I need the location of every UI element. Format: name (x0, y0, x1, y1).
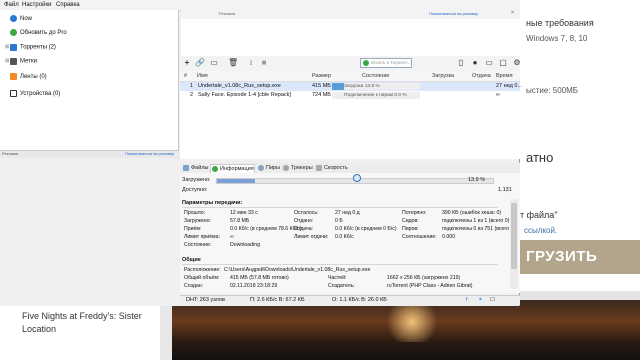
column-header[interactable]: # (184, 73, 187, 79)
sidebar-item-labels[interactable]: ⊞ Метки (5, 55, 37, 67)
device-icon (10, 89, 17, 97)
divider (182, 207, 498, 208)
speed-icon (316, 165, 322, 171)
progress-bar: Подключение к пирам 0.0 % (332, 92, 420, 99)
downloaded-percent: 13.9 % (468, 177, 486, 183)
column-header[interactable]: Состояние (362, 73, 389, 79)
toolbar: + 🔗 ▭ 🗑 ⭳ ■ ⚙ ▢ ▭ ● ▯ (180, 56, 522, 72)
sidebar-item-torrents[interactable]: ⊞ Торренты (2) (5, 41, 56, 53)
column-header[interactable]: Отдача (472, 73, 491, 79)
tab-files[interactable]: Файлы (182, 164, 208, 173)
rss-icon (10, 72, 17, 80)
sidebar-ad-area (0, 158, 178, 306)
list-header: # Имя Размер Состояние Загрузка Отдача В… (180, 71, 520, 82)
column-header[interactable]: Размер (312, 73, 331, 79)
website-text: ные требования (526, 18, 594, 28)
column-header[interactable]: Загрузка (432, 73, 454, 79)
website-text: т файла" (520, 210, 558, 220)
downloaded-label: Загружено: (182, 177, 211, 183)
search-input[interactable]: Искать в Торрент... (360, 58, 412, 68)
info-panel: Загружено: 13.9 % Доступно: 1.131 Параме… (180, 173, 520, 293)
tab-peers[interactable]: Пиры (257, 164, 280, 173)
files-icon (183, 165, 189, 171)
add-torrent-icon[interactable]: + (182, 58, 192, 68)
status-bar: DHT: 263 узлов П: 2.6 КБ/с В: 67.2 КБ О:… (180, 295, 520, 305)
facebook-icon[interactable]: f (466, 296, 468, 305)
article-title[interactable]: Five Nights at Freddy's: Sister Location (22, 310, 172, 336)
peers-icon (258, 165, 264, 171)
monitor-icon[interactable]: ▭ (484, 58, 494, 68)
sidebar-item-devices[interactable]: Устройства (0) (5, 88, 60, 100)
android-icon[interactable]: ☐ (490, 296, 495, 305)
sidebar: Now Обновить до Pro ⊞ Торренты (2) ⊞ Метки… (0, 10, 179, 150)
website-text: атно (526, 150, 554, 165)
website-edge (160, 300, 172, 360)
available-label: Доступно: (182, 187, 208, 193)
menu-settings[interactable]: Настройки (22, 2, 51, 8)
report-ad-link[interactable]: Пожаловаться на рекламу (125, 151, 174, 156)
close-ad-icon[interactable]: × (511, 10, 514, 16)
scrollbar-thumb[interactable] (511, 203, 517, 269)
download-banner[interactable]: ГРУЗИТЬ (512, 240, 640, 274)
ad-panel (181, 19, 520, 56)
game-image (172, 300, 640, 360)
download-speed[interactable]: П: 2.6 КБ/с В: 67.2 КБ (250, 296, 305, 305)
info-scrollbar[interactable] (510, 199, 518, 289)
website-link[interactable]: ссылкой. (524, 226, 557, 235)
chat-icon[interactable]: ▢ (498, 58, 508, 68)
transfer-section-title: Параметры передачи: (182, 200, 243, 206)
download-banner-text: ГРУЗИТЬ (526, 248, 598, 265)
settings-gear-icon[interactable]: ⚙ (512, 58, 522, 68)
pro-icon (10, 28, 17, 36)
website-text: ыстие: 500МБ (526, 86, 579, 95)
tab-trackers[interactable]: Трекеры (282, 164, 313, 173)
torrent-list: # Имя Размер Состояние Загрузка Отдача В… (180, 71, 522, 159)
website-text: Windows 7, 8, 10 (526, 34, 588, 43)
dht-status[interactable]: DHT: 263 узлов (186, 296, 225, 305)
trackers-icon (283, 165, 289, 171)
available-value: 1.131 (498, 187, 512, 193)
column-header[interactable]: Время (496, 73, 513, 79)
stop-icon[interactable]: ■ (259, 58, 269, 68)
website-article: Five Nights at Freddy's: Sister Location (0, 300, 172, 360)
downloaded-slider-handle[interactable] (353, 174, 361, 182)
utorrent-window: Файл Настройки Справка Now Обновить до P… (0, 0, 522, 306)
search-icon (363, 60, 369, 66)
info-icon (212, 166, 218, 172)
ad-label: Реклама (219, 11, 236, 16)
table-row[interactable]: 2 Sally Face. Episode 1-4 [cble Repack] … (180, 91, 520, 100)
ad-label: Реклама (2, 151, 19, 156)
create-torrent-icon[interactable]: ▭ (209, 58, 219, 68)
report-ad-link[interactable]: Пожаловаться на рекламу (429, 11, 478, 16)
upload-speed[interactable]: О: 1.1 КБ/с В: 26.0 КБ (332, 296, 387, 305)
general-section-title: Общие (182, 257, 201, 263)
menu-file[interactable]: Файл (4, 2, 19, 8)
torrents-icon (10, 43, 17, 51)
sidebar-item-upgrade[interactable]: Обновить до Pro (5, 27, 67, 39)
sidebar-item-now[interactable]: Now (5, 13, 32, 25)
add-link-icon[interactable]: 🔗 (195, 58, 205, 68)
delete-icon[interactable]: 🗑 (228, 58, 238, 68)
column-header[interactable]: Имя (197, 73, 208, 79)
menu-help[interactable]: Справка (56, 2, 80, 8)
divider (182, 264, 498, 265)
lightbulb-icon[interactable]: ● (470, 58, 480, 68)
sidebar-item-feeds[interactable]: Ленты (0) (5, 71, 47, 83)
twitter-icon[interactable]: ✦ (478, 296, 483, 305)
clock-icon (10, 14, 17, 22)
tab-speed[interactable]: Скорость (315, 164, 348, 173)
progress-bar: Загрузка 13.9 % (332, 83, 420, 90)
label-icon (10, 57, 17, 65)
download-icon[interactable]: ⭳ (246, 58, 256, 68)
table-row[interactable]: 1 Undertale_v1.08c_Rus_setup.exe 415 МБ … (180, 82, 522, 91)
remote-icon[interactable]: ▯ (456, 58, 466, 68)
